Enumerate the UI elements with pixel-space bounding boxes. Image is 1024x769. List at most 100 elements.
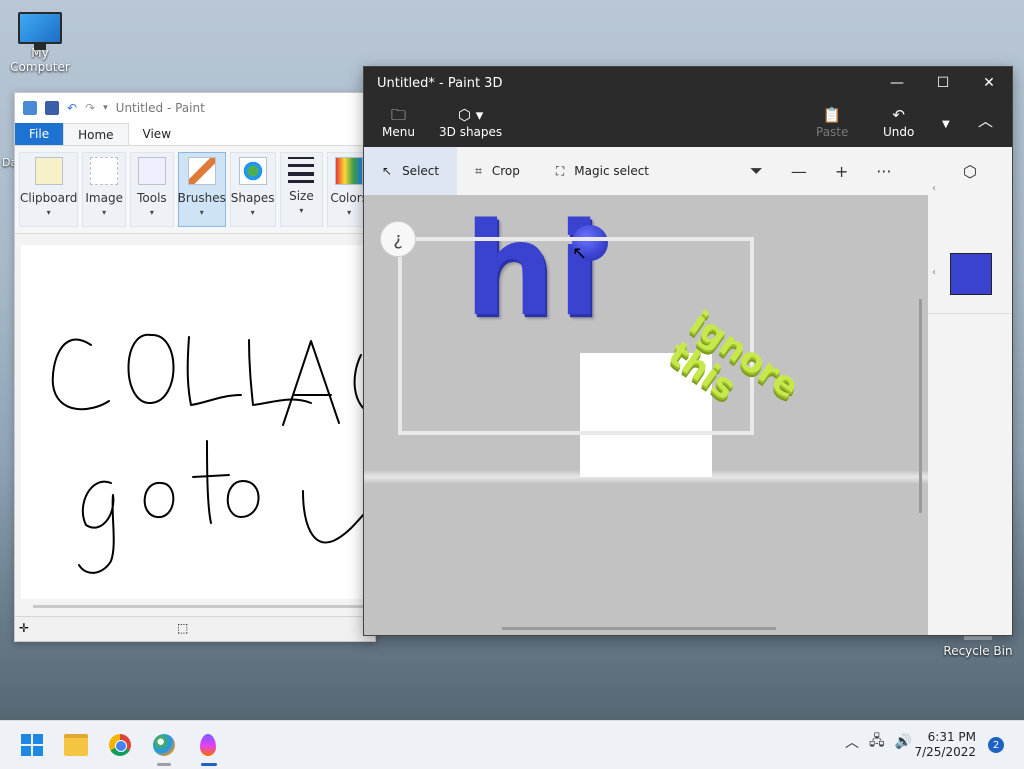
zoom-in-icon[interactable]: + <box>835 162 848 181</box>
folder-icon: 🗀 <box>390 106 406 124</box>
magic-select-button[interactable]: ⛶ Magic select <box>538 147 667 195</box>
redo-icon[interactable]: ↷ <box>85 101 95 115</box>
chevron-left-icon[interactable]: ‹ <box>932 267 936 278</box>
canvas-vertical-scrollbar[interactable] <box>919 299 922 513</box>
taskbar: ︿ 🖧 🔊 6:31 PM 7/25/2022 2 <box>0 720 1024 769</box>
crop-icon: ⌗ <box>475 163 482 178</box>
paint-icon <box>153 734 175 756</box>
tab-view[interactable]: View <box>129 123 185 145</box>
close-button[interactable]: ✕ <box>966 67 1012 99</box>
ribbon-shapes-button[interactable]: Shapes ▾ <box>229 152 276 227</box>
handwriting-drawing <box>51 333 374 574</box>
select-image-icon <box>90 157 119 185</box>
clipboard-icon <box>34 157 63 185</box>
zoom-out-icon[interactable]: — <box>791 162 807 181</box>
select-label: Select <box>402 164 440 178</box>
crop-tool-button[interactable]: ⌗ Crop <box>457 147 538 195</box>
maximize-button[interactable]: ☐ <box>920 67 966 99</box>
colors-palette-icon <box>335 157 364 185</box>
system-tray: ︿ 🖧 🔊 <box>845 730 912 754</box>
undo-button[interactable]: ↶ Undo <box>883 105 914 139</box>
ribbon-size-button[interactable]: Size ▾ <box>279 152 324 227</box>
paint-status-bar: ✛ ⬚ <box>15 616 375 641</box>
canvas-horizontal-scrollbar[interactable] <box>502 627 776 630</box>
paint3d-canvas[interactable]: hi ¿ ignore this ↖ <box>364 195 928 635</box>
ribbon-label: Image <box>85 191 123 205</box>
3d-shapes-button[interactable]: ⬡ ▾ 3D shapes <box>439 105 502 139</box>
more-options-icon[interactable]: ··· <box>876 162 891 181</box>
cursor-position-icon: ✛ <box>19 621 30 635</box>
clock-time: 6:31 PM <box>927 730 976 744</box>
paint-ribbon: Clipboard ▾ Image ▾ Tools ▾ Brushes ▾ Sh… <box>15 146 375 234</box>
color-swatch[interactable] <box>950 253 992 295</box>
ribbon-label: Clipboard <box>20 191 78 205</box>
chevron-left-icon[interactable]: ‹ <box>932 183 936 194</box>
magic-select-label: Magic select <box>574 164 650 178</box>
ribbon-brushes-button[interactable]: Brushes ▾ <box>178 152 226 227</box>
paint-titlebar: ↶ ↷ ▾ Untitled - Paint <box>15 93 375 123</box>
view-3d-toggle-icon[interactable]: ⏷ <box>750 161 763 181</box>
crop-label: Crop <box>491 164 520 178</box>
select-tool-button[interactable]: ↖ Select <box>364 147 458 195</box>
undo-icon[interactable]: ↶ <box>67 101 77 115</box>
3d-view-icon[interactable]: ⬡ <box>928 147 1012 195</box>
paint3d-side-panel: ⬡ ‹ ‹ <box>928 162 1012 635</box>
paste-label: Paste <box>816 125 849 139</box>
mouse-cursor-icon: ↖ <box>572 243 588 264</box>
ribbon-label: Tools <box>137 191 167 205</box>
dropdown-caret-icon: ▾ <box>347 208 352 217</box>
ribbon-tools-button[interactable]: Tools ▾ <box>130 152 174 227</box>
ribbon-label: Brushes <box>177 191 226 205</box>
dropdown-caret-icon: ▾ <box>46 208 51 217</box>
save-icon[interactable] <box>45 101 59 115</box>
chevron-up-icon: ︿ <box>978 112 994 130</box>
tab-file[interactable]: File <box>15 123 64 145</box>
view-controls: ⏷ — + ··· <box>750 147 891 195</box>
dropdown-caret-icon: ▾ <box>199 208 204 217</box>
paint3d-taskbar-button[interactable] <box>194 731 222 759</box>
info-button[interactable]: ¿ <box>380 221 416 257</box>
chevron-down-icon: ▼ <box>942 119 950 130</box>
start-button[interactable] <box>18 731 46 759</box>
paint3d-icon <box>200 734 216 756</box>
brush-icon <box>187 157 216 185</box>
ribbon-clipboard-button[interactable]: Clipboard ▾ <box>19 152 79 227</box>
clock-date: 7/25/2022 <box>914 745 976 759</box>
paint-canvas[interactable] <box>21 245 374 599</box>
quick-access-dropdown-icon[interactable]: ▾ <box>103 103 108 113</box>
network-icon[interactable]: 🖧 <box>869 730 885 754</box>
desktop-icon-my-computer[interactable]: My Computer <box>0 12 80 74</box>
volume-icon[interactable]: 🔊 <box>895 734 912 750</box>
paint-window-title: Untitled - Paint <box>115 101 205 115</box>
history-dropdown-button[interactable]: ▼ <box>942 115 950 135</box>
menu-button[interactable]: 🗀 Menu <box>382 105 415 139</box>
cube-icon: ⬡ ▾ <box>457 106 484 124</box>
line-size-icon <box>288 157 315 183</box>
dropdown-caret-icon: ▾ <box>149 208 154 217</box>
undo-label: Undo <box>883 125 915 139</box>
paint-horizontal-scrollbar[interactable] <box>33 605 373 608</box>
paint3d-window: Untitled* - Paint 3D — ☐ ✕ 🗀 Menu ⬡ ▾ 3D… <box>363 66 1013 636</box>
ribbon-label: Shapes <box>230 191 275 205</box>
taskbar-clock[interactable]: 6:31 PM 7/25/2022 <box>914 730 976 760</box>
magic-select-icon: ⛶ <box>555 163 565 178</box>
paste-button[interactable]: 📋 Paste <box>816 105 848 139</box>
collapse-toolbar-button[interactable]: ︿ <box>978 111 993 131</box>
notification-badge[interactable]: 2 <box>988 737 1004 753</box>
dropdown-caret-icon: ▾ <box>102 208 107 217</box>
paint3d-window-title: Untitled* - Paint 3D <box>377 76 503 91</box>
panel-divider <box>928 313 1012 314</box>
file-explorer-icon <box>64 734 88 756</box>
minimize-button[interactable]: — <box>874 67 920 99</box>
show-hidden-icons-icon[interactable]: ︿ <box>845 732 859 752</box>
desktop-icon-label: Recycle Bin <box>943 644 1013 658</box>
chrome-button[interactable] <box>106 731 134 759</box>
3d-shapes-label: 3D shapes <box>439 125 503 139</box>
paint-taskbar-button[interactable] <box>150 731 178 759</box>
ribbon-image-button[interactable]: Image ▾ <box>82 152 127 227</box>
window-controls: — ☐ ✕ <box>874 67 1012 99</box>
desktop-icon-label: My Computer <box>10 46 70 74</box>
tab-home[interactable]: Home <box>63 123 129 145</box>
file-explorer-button[interactable] <box>62 731 90 759</box>
running-indicator <box>157 763 171 766</box>
